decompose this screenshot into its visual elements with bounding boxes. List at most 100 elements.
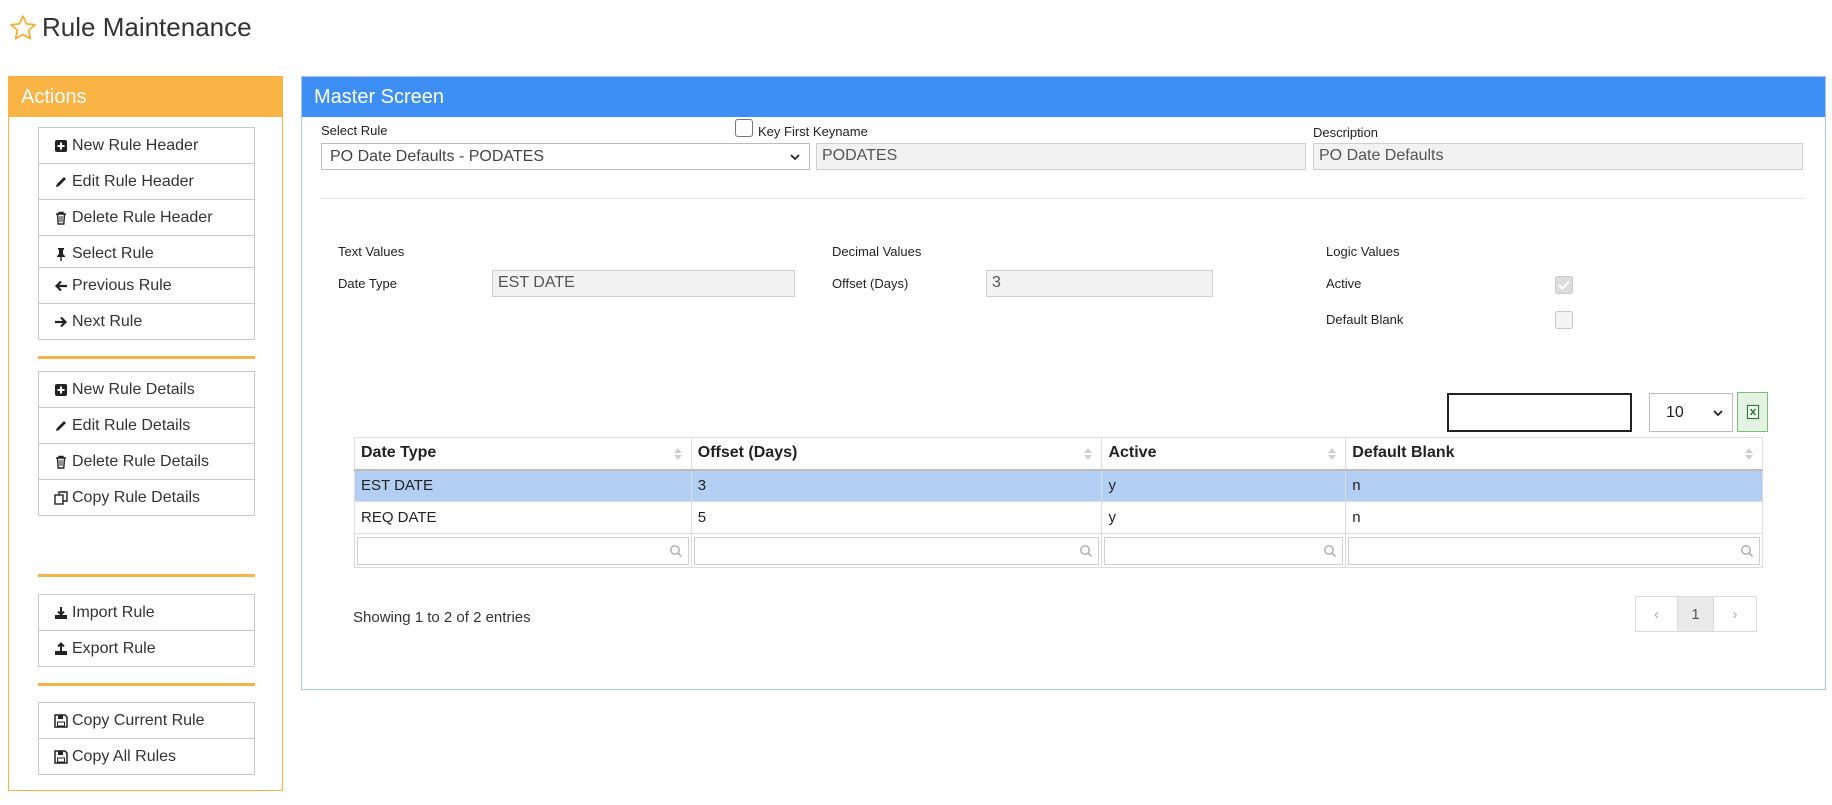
search-icon (669, 544, 682, 557)
table-cell: REQ DATE (354, 501, 692, 534)
filter-cell (1101, 533, 1347, 568)
checkmark-icon (1558, 280, 1570, 290)
active-label: Active (1326, 276, 1362, 291)
delete-rule-header-button[interactable]: Delete Rule Header (38, 199, 255, 236)
table-search-input[interactable] (1447, 393, 1632, 432)
rule-header-actions: New Rule Header Edit Rule Header Delete … (38, 127, 255, 272)
copy-rule-details-button[interactable]: Copy Rule Details (38, 479, 255, 516)
table-cell: EST DATE (354, 469, 692, 502)
column-header-default-blank[interactable]: Default Blank (1345, 437, 1763, 471)
excel-icon (1746, 404, 1759, 420)
table-cell: y (1101, 469, 1347, 502)
table-header-row: Date Type Offset (Days) Active Default B… (354, 437, 1763, 471)
default-blank-checkbox[interactable] (1555, 311, 1573, 329)
actions-divider (38, 683, 255, 686)
chevron-down-icon (1713, 409, 1723, 416)
section-divider (320, 198, 1805, 199)
column-header-date-type[interactable]: Date Type (354, 437, 692, 471)
table-cell: n (1345, 469, 1763, 502)
filter-cell (354, 533, 692, 568)
rule-details-table: Date Type Offset (Days) Active Default B… (354, 437, 1763, 568)
export-excel-button[interactable] (1737, 392, 1768, 432)
save-icon (53, 749, 69, 765)
filter-active-input[interactable] (1104, 536, 1344, 565)
active-checkbox[interactable] (1555, 276, 1573, 294)
date-type-field[interactable]: EST DATE (492, 270, 795, 297)
edit-rule-details-button[interactable]: Edit Rule Details (38, 407, 255, 444)
actions-header: Actions (9, 77, 282, 117)
filter-offset-days-input[interactable] (693, 536, 1100, 565)
column-filter-row (354, 533, 1763, 568)
pin-icon (53, 246, 69, 262)
description-field[interactable]: PO Date Defaults (1313, 143, 1803, 170)
new-rule-details-button[interactable]: New Rule Details (38, 371, 255, 408)
arrow-left-icon (53, 278, 69, 294)
copy-rule-actions: Copy Current Rule Copy All Rules (38, 702, 255, 775)
pagination-next[interactable]: › (1714, 597, 1756, 631)
date-type-label: Date Type (338, 276, 398, 291)
copy-all-rules-button[interactable]: Copy All Rules (38, 738, 255, 775)
export-rule-button[interactable]: Export Rule (38, 630, 255, 667)
filter-date-type-input[interactable] (357, 536, 689, 565)
search-icon (1080, 544, 1093, 557)
import-export-actions: Import Rule Export Rule (38, 594, 255, 667)
column-header-offset-days[interactable]: Offset (Days) (690, 437, 1103, 471)
copy-current-rule-button[interactable]: Copy Current Rule (38, 702, 255, 739)
star-icon[interactable] (8, 13, 38, 43)
search-icon (1324, 544, 1337, 557)
copy-icon (53, 490, 69, 506)
page-title-text: Rule Maintenance (42, 12, 252, 42)
sort-icon (1084, 448, 1093, 460)
pagination: ‹ 1 › (1635, 596, 1757, 632)
select-rule-dropdown[interactable]: PO Date Defaults - PODATES (321, 143, 810, 170)
logic-values-heading: Logic Values (1326, 244, 1400, 259)
master-header: Master Screen (302, 77, 1825, 117)
text-values-heading: Text Values (338, 244, 405, 259)
upload-icon (53, 641, 69, 657)
next-rule-button[interactable]: Next Rule (38, 303, 255, 340)
page-length-select[interactable]: 10 (1649, 393, 1733, 432)
offset-days-field[interactable]: 3 (986, 270, 1213, 297)
page-title: Rule Maintenance (8, 12, 252, 43)
plus-square-icon (53, 138, 69, 154)
table-row[interactable]: EST DATE 3 y n (354, 469, 1763, 502)
sort-icon (1745, 448, 1753, 460)
sort-icon (673, 448, 682, 460)
edit-rule-header-button[interactable]: Edit Rule Header (38, 163, 255, 200)
pencil-icon (53, 418, 69, 434)
filter-cell (690, 533, 1103, 568)
table-info: Showing 1 to 2 of 2 entries (353, 609, 531, 626)
default-blank-label: Default Blank (1326, 312, 1404, 327)
new-rule-header-button[interactable]: New Rule Header (38, 127, 255, 164)
trash-icon (53, 454, 69, 470)
column-header-active[interactable]: Active (1101, 437, 1347, 471)
table-cell: 3 (690, 469, 1103, 502)
save-icon (53, 713, 69, 729)
table-row[interactable]: REQ DATE 5 y n (354, 501, 1763, 534)
plus-square-icon (53, 382, 69, 398)
keyname-field[interactable]: PODATES (816, 143, 1306, 170)
actions-divider (38, 356, 255, 359)
table-cell: n (1345, 501, 1763, 534)
pagination-previous[interactable]: ‹ (1636, 597, 1678, 631)
actions-divider (38, 574, 255, 577)
search-icon (1741, 544, 1754, 557)
key-first-keyname-checkbox[interactable] (735, 119, 753, 137)
master-panel: Master Screen Select Rule PO Date Defaul… (301, 76, 1826, 690)
table-cell: y (1101, 501, 1347, 534)
pencil-icon (53, 174, 69, 190)
import-rule-button[interactable]: Import Rule (38, 594, 255, 631)
offset-days-label: Offset (Days) (832, 276, 909, 291)
filter-default-blank-input[interactable] (1348, 536, 1760, 565)
description-label: Description (1313, 125, 1379, 140)
select-rule-label: Select Rule (321, 123, 388, 138)
key-first-keyname-label: Key First Keyname (758, 124, 868, 139)
table-cell: 5 (690, 501, 1103, 534)
actions-panel: Actions New Rule Header Edit Rule Header… (8, 76, 283, 791)
download-icon (53, 605, 69, 621)
pagination-page[interactable]: 1 (1678, 597, 1714, 631)
trash-icon (53, 210, 69, 226)
delete-rule-details-button[interactable]: Delete Rule Details (38, 443, 255, 480)
previous-rule-button[interactable]: Previous Rule (38, 267, 255, 304)
decimal-values-heading: Decimal Values (832, 244, 922, 259)
